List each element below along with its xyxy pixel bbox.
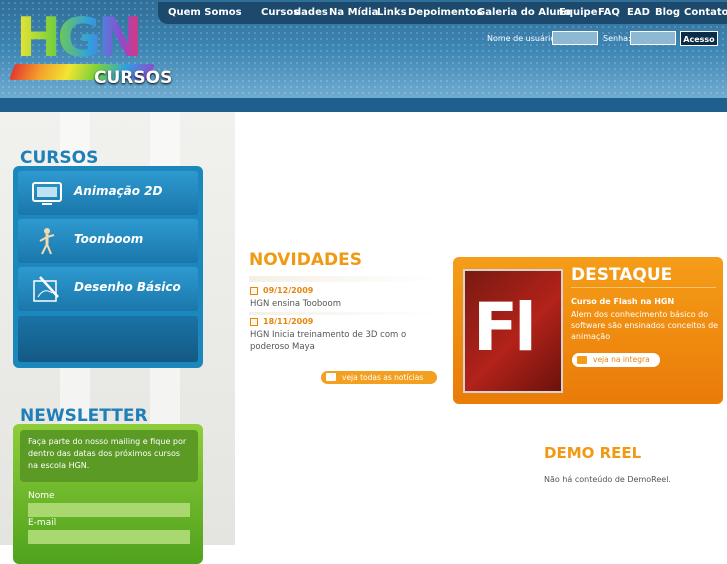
veja-integra-label: veja na integra (593, 355, 650, 364)
list-icon (577, 356, 587, 364)
news-item[interactable]: HGN Inicia treinamento de 3D com o poder… (250, 329, 430, 353)
destaque-card: Fl DESTAQUE Curso de Flash na HGN Alem d… (453, 257, 723, 404)
news-separator (249, 312, 437, 315)
news-date: 18/11/2009 (263, 317, 314, 326)
title-underline (249, 276, 437, 282)
destaque-description: Alem dos conhecimento básico do software… (571, 310, 719, 341)
flash-logo-image[interactable]: Fl (463, 269, 563, 393)
destaque-divider (571, 287, 716, 288)
destaque-subtitle: Curso de Flash na HGN (571, 297, 675, 306)
name-label: Nome (28, 491, 55, 501)
nav-depoimentos[interactable]: Depoimentos (408, 7, 482, 18)
course-desenho-basico[interactable]: Desenho Básico (18, 267, 198, 311)
password-label: Senha: (603, 34, 631, 43)
newsletter-text: Faça parte do nosso mailing e fique por … (20, 430, 198, 482)
flash-logo-text: Fl (473, 289, 537, 366)
email-label: E-mail (28, 518, 57, 528)
course-toonboom[interactable]: Toonboom (18, 219, 198, 263)
all-news-label: veja todas as notícias (342, 373, 424, 382)
login-button[interactable]: Acesso (680, 31, 718, 46)
nav-na-midia[interactable]: Na Mídia (329, 7, 378, 18)
course-label: Toonboom (74, 232, 144, 246)
nav-dades[interactable]: dades (294, 7, 328, 18)
tv-icon (32, 182, 62, 205)
cursos-menu: Animação 2D Toonboom Desenho Básico (13, 166, 203, 368)
nav-ead[interactable]: EAD (627, 7, 650, 18)
hgn-logo[interactable]: HGN CURSOS (9, 6, 172, 98)
demo-reel-title: DEMO REEL (544, 444, 642, 462)
list-icon (326, 373, 336, 381)
email-input[interactable] (28, 530, 190, 544)
demo-reel-panel (236, 425, 727, 545)
username-label: Nome de usuário: (487, 34, 558, 43)
logo-text: HGN (16, 6, 143, 69)
course-label: Desenho Básico (74, 280, 181, 294)
course-animacao-2d[interactable]: Animação 2D (18, 171, 198, 215)
nav-links[interactable]: Links (377, 7, 407, 18)
all-news-button[interactable]: veja todas as notícias (321, 371, 437, 384)
nav-equipe[interactable]: Equipe (559, 7, 597, 18)
pencil-drawing-icon (33, 276, 59, 302)
nav-quem-somos[interactable]: Quem Somos (168, 7, 242, 18)
nav-contato[interactable]: Contato (684, 7, 727, 18)
course-label: Animação 2D (74, 184, 163, 198)
mannequin-icon (39, 228, 55, 255)
nav-galeria-do-aluno[interactable]: Galeria do Aluno (477, 7, 571, 18)
password-input[interactable] (630, 31, 676, 45)
newsletter-title: NEWSLETTER (20, 406, 148, 426)
demo-reel-text: Não há conteúdo de DemoReel. (544, 475, 671, 484)
header-strip (0, 98, 727, 112)
novidades-title: NOVIDADES (249, 250, 362, 270)
veja-integra-button[interactable]: veja na integra (572, 353, 660, 367)
course-slot-empty (18, 316, 198, 362)
username-input[interactable] (552, 31, 598, 45)
news-item[interactable]: HGN ensina Tooboom (250, 298, 430, 310)
nav-blog[interactable]: Blog (655, 7, 680, 18)
calendar-icon (250, 318, 258, 326)
cursos-title: CURSOS (20, 148, 99, 168)
calendar-icon (250, 287, 258, 295)
main-nav: Quem Somos Cursos dades Na Mídia Links D… (158, 2, 727, 24)
name-input[interactable] (28, 503, 190, 517)
news-date: 09/12/2009 (263, 286, 314, 295)
destaque-title: DESTAQUE (571, 265, 673, 285)
nav-faq[interactable]: FAQ (598, 7, 620, 18)
logo-subtitle: CURSOS (94, 68, 173, 88)
